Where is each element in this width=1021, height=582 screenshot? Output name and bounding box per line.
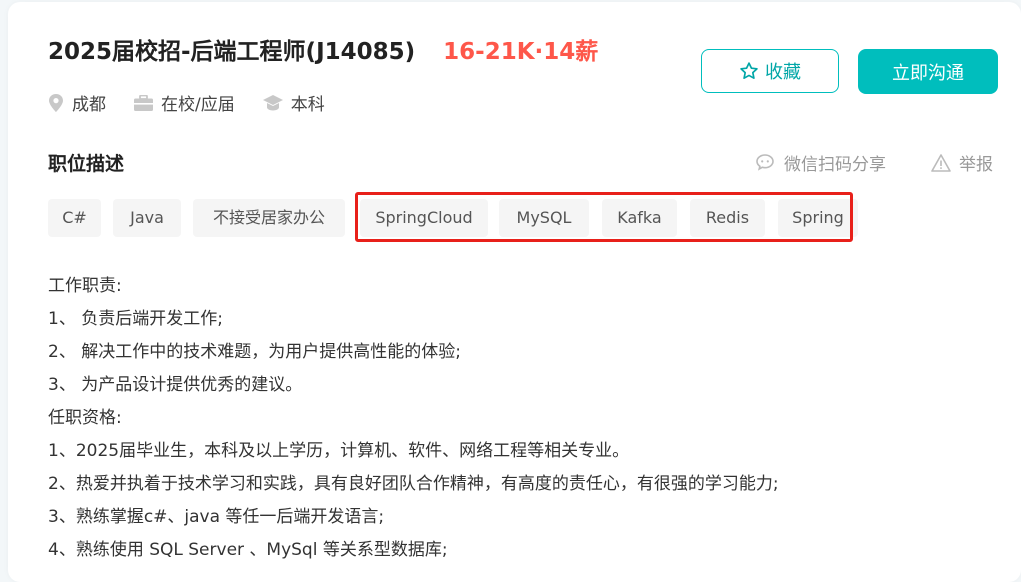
salary: 16-21K·14薪 [443, 39, 599, 65]
city: 成都 [72, 95, 106, 115]
wechat-share-link[interactable]: 微信扫码分享 [756, 150, 886, 175]
description-line: 2、 解决工作中的技术难题，为用户提供高性能的体验; [48, 342, 461, 362]
wechat-icon [756, 153, 774, 171]
section-title: 职位描述 [48, 153, 125, 175]
location-meta: 成都 [48, 90, 106, 115]
job-detail-card: 2025届校招-后端工程师(J14085) 16-21K·14薪 成都 在校/应… [8, 2, 1021, 582]
description-line: 3、 为产品设计提供优秀的建议。 [48, 375, 303, 395]
tag-csharp: C# [48, 199, 101, 237]
job-description: 工作职责: 1、 负责后端开发工作; 2、 解决工作中的技术难题，为用户提供高性… [48, 270, 988, 567]
job-title: 2025届校招-后端工程师(J14085) [48, 39, 416, 65]
description-line: 任职资格: [48, 408, 122, 428]
title-row: 2025届校招-后端工程师(J14085) 16-21K·14薪 [48, 32, 598, 66]
star-icon [740, 62, 758, 79]
share-label: 微信扫码分享 [784, 155, 886, 175]
report-label: 举报 [959, 155, 993, 175]
experience: 在校/应届 [161, 95, 235, 115]
warning-icon [931, 153, 951, 172]
report-link[interactable]: 举报 [931, 150, 993, 175]
tag-java: Java [113, 199, 181, 237]
graduation-cap-icon [262, 94, 283, 110]
chat-now-button[interactable]: 立即沟通 [858, 49, 998, 94]
description-line: 3、熟练掌握c#、java 等任一后端开发语言; [48, 507, 385, 527]
degree: 本科 [290, 95, 325, 115]
briefcase-icon [134, 94, 153, 111]
job-meta: 成都 在校/应届 本科 [48, 90, 353, 115]
favorite-label: 收藏 [765, 62, 801, 83]
highlight-annotation-box [355, 192, 853, 242]
tag-no-remote: 不接受居家办公 [193, 199, 345, 237]
experience-meta: 在校/应届 [134, 90, 235, 115]
degree-meta: 本科 [262, 90, 325, 115]
description-line: 1、2025届毕业生，本科及以上学历，计算机、软件、网络工程等相关专业。 [48, 441, 630, 461]
description-line: 工作职责: [48, 276, 122, 296]
location-pin-icon [49, 93, 63, 112]
favorite-button[interactable]: 收藏 [701, 49, 839, 93]
description-line: 2、热爱并执着于技术学习和实践，具有良好团队合作精神，有高度的责任心，有很强的学… [48, 474, 779, 494]
description-line: 1、 负责后端开发工作; [48, 309, 223, 329]
description-line: 4、熟练使用 SQL Server 、MySql 等关系型数据库; [48, 540, 448, 560]
